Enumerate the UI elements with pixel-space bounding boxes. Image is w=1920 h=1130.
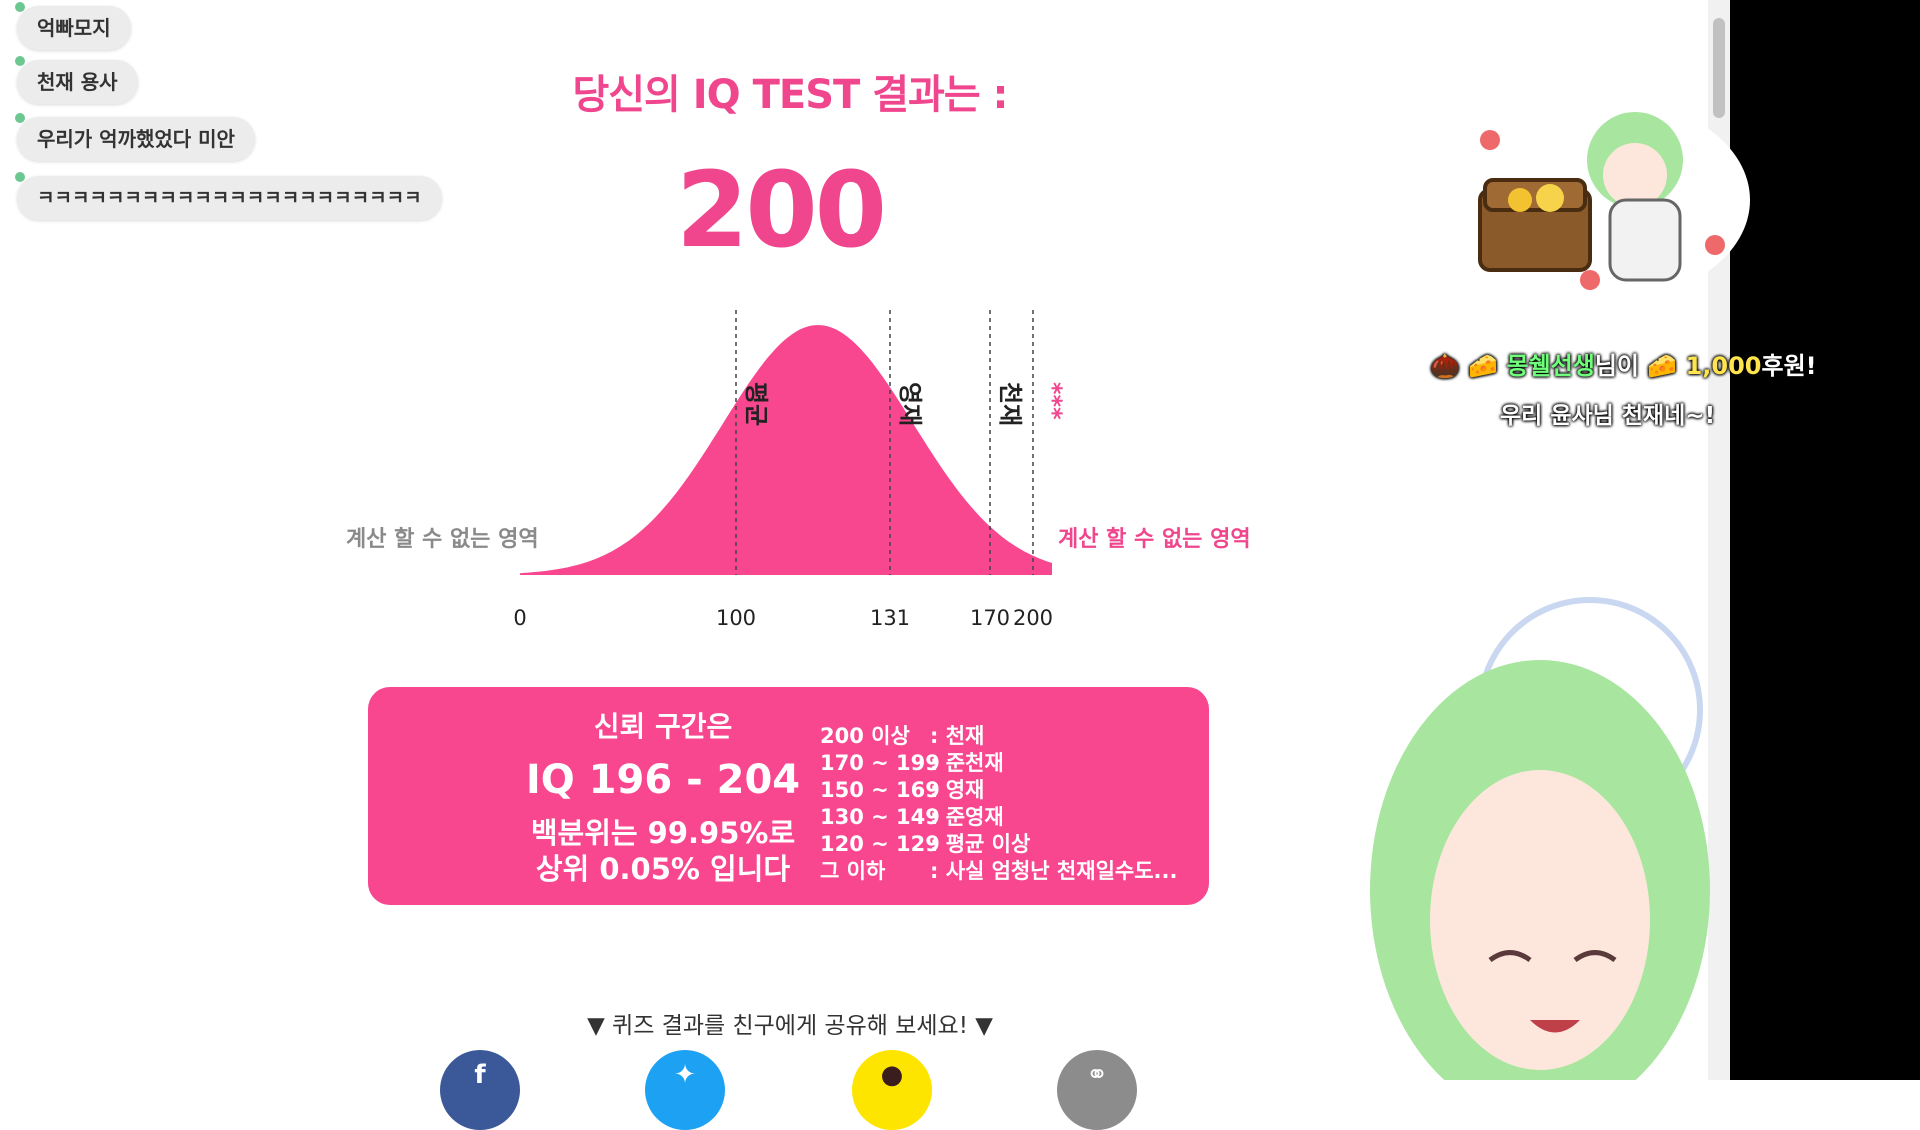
legend-range: 150 ~ 169 (820, 778, 940, 802)
right-region-label: 계산 할 수 없는 영역 (1058, 527, 1251, 552)
share-prompt: ▼ 퀴즈 결과를 친구에게 공유해 보세요! ▼ (587, 1013, 993, 1039)
donation-unit: 후원! (1761, 352, 1817, 380)
iq-legend: 200 이상: 천재 170 ~ 199: 준천재 150 ~ 169: 영재 … (820, 723, 1177, 885)
chat-message-text: 천재 용사 (37, 70, 118, 94)
legend-range: 170 ~ 199 (820, 751, 940, 775)
chat-message-text: ㅋㅋㅋㅋㅋㅋㅋㅋㅋㅋㅋㅋㅋㅋㅋㅋㅋㅋㅋㅋㅋㅋ (37, 187, 422, 209)
legend-row: 그 이하 : 사실 엄청난 천재일수도... (820, 858, 1177, 885)
kakao-share-button[interactable]: ● (852, 1050, 932, 1130)
legend-label: : 사실 엄청난 천재일수도... (930, 859, 1178, 883)
interval-range: IQ 196 - 204 (525, 757, 801, 803)
marker-label: 영재 (896, 382, 924, 426)
distribution-curve (520, 325, 1052, 575)
kakao-icon: ● (880, 1060, 904, 1090)
iq-score: 200 (675, 149, 887, 271)
legend-row: 200 이상 : 천재 (820, 723, 1177, 750)
legend-label: : 준영재 (930, 805, 1004, 829)
chat-status-dot (15, 113, 25, 123)
legend-range: 200 이상 (820, 724, 910, 748)
chat-message-text: 억빠모지 (37, 16, 111, 40)
x-tick-label: 131 (870, 606, 910, 630)
treasure-sticker-image (1470, 100, 1750, 300)
chat-status-dot (15, 2, 25, 12)
legend-label: : 영재 (930, 778, 985, 802)
donor-name: 몽쉘선생 (1506, 352, 1595, 380)
legend-range: 그 이하 (820, 859, 886, 883)
legend-row: 170 ~ 199: 준천재 (820, 750, 1177, 777)
link-share-button[interactable]: ⚭ (1057, 1050, 1137, 1130)
chat-message: 억빠모지 (15, 2, 131, 50)
chat-message-text: 우리가 억까했었다 미안 (37, 127, 235, 151)
donor-suffix: 님이 (1594, 352, 1639, 380)
chat-status-dot (15, 172, 25, 182)
chat-status-dot (15, 56, 25, 66)
chat-message: 천재 용사 (15, 56, 138, 104)
left-region-label: 계산 할 수 없는 영역 (346, 527, 539, 552)
legend-label: : 준천재 (930, 751, 1004, 775)
donation-alert: 🌰 🧀 몽쉘선생님이 🧀 1,000후원! (1430, 346, 1817, 381)
x-tick-label: 170 (970, 606, 1010, 630)
acorn-icon: 🌰 🧀 (1430, 352, 1507, 380)
confidence-interval-box: 신뢰 구간은 IQ 196 - 204 백분위는 99.95%로 상위 0.05… (368, 687, 1209, 905)
legend-range: 120 ~ 129 (820, 832, 940, 856)
legend-row: 120 ~ 129: 평균 이상 (820, 831, 1177, 858)
marker-label: 천재 (996, 382, 1024, 426)
marker-label: *** (1039, 382, 1067, 420)
vtuber-avatar-image (1370, 597, 1710, 1080)
twitter-icon: ✦ (674, 1060, 696, 1090)
facebook-share-button[interactable]: f (440, 1050, 520, 1130)
twitter-share-button[interactable]: ✦ (645, 1050, 725, 1130)
cheese-icon: 🧀 (1638, 352, 1686, 380)
donation-amount: 1,000 (1685, 352, 1762, 380)
x-tick-label: 0 (513, 606, 526, 630)
chat-message: ㅋㅋㅋㅋㅋㅋㅋㅋㅋㅋㅋㅋㅋㅋㅋㅋㅋㅋㅋㅋㅋㅋ (15, 172, 442, 220)
legend-row: 130 ~ 149: 준영재 (820, 804, 1177, 831)
interval-heading: 신뢰 구간은 (593, 710, 733, 743)
chat-message: 우리가 억까했었다 미안 (15, 113, 255, 161)
legend-range: 130 ~ 149 (820, 805, 940, 829)
legend-label: : 평균 이상 (930, 832, 1031, 856)
legend-label: : 천재 (930, 724, 985, 748)
legend-row: 150 ~ 169: 영재 (820, 777, 1177, 804)
marker-label: 평균 (742, 382, 770, 426)
facebook-icon: f (474, 1060, 486, 1090)
donation-message: 우리 윤사님 천재네~! (1500, 403, 1716, 429)
x-tick-label: 100 (716, 606, 756, 630)
result-title: 당신의 IQ TEST 결과는 : (572, 72, 1008, 118)
iq-distribution-chart: 평균 영재 천재 *** 0 100 131 170 200 (513, 310, 1067, 630)
x-tick-label: 200 (1013, 606, 1053, 630)
link-icon: ⚭ (1086, 1060, 1108, 1090)
